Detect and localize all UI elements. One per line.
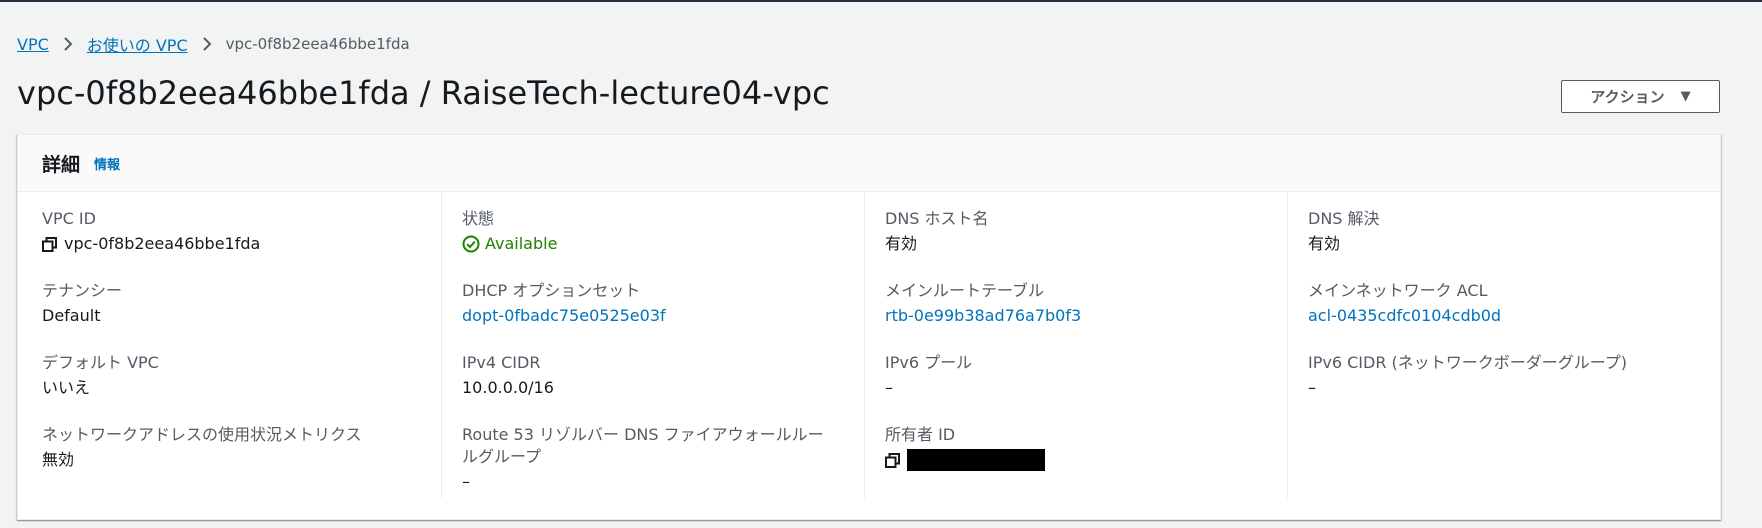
copy-icon[interactable] (885, 452, 900, 468)
field-vpc-id: VPC ID vpc-0f8b2eea46bbe1fda (42, 208, 441, 280)
page-title: vpc-0f8b2eea46bbe1fda / RaiseTech-lectur… (17, 74, 830, 112)
field-dhcp-options: DHCP オプションセット dopt-0fbadc75e0525e03f (462, 280, 864, 352)
dhcp-options-link[interactable]: dopt-0fbadc75e0525e03f (462, 305, 864, 327)
tenancy-value: Default (42, 306, 101, 325)
chevron-right-icon (202, 37, 212, 51)
network-address-metrics-value: 無効 (42, 450, 75, 469)
field-label: 状態 (462, 209, 495, 228)
field-label: デフォルト VPC (42, 353, 159, 372)
breadcrumb-vpc-link[interactable]: VPC (17, 35, 49, 54)
vpc-id-value: vpc-0f8b2eea46bbe1fda (64, 234, 261, 253)
field-label: VPC ID (42, 209, 96, 228)
field-value-row (885, 449, 1287, 471)
field-label: IPv6 プール (885, 353, 973, 372)
field-label: DNS 解決 (1308, 209, 1380, 228)
field-ipv6-cidr: IPv6 CIDR (ネットワークボーダーグループ) – (1308, 352, 1710, 424)
dns-resolution-value: 有効 (1308, 234, 1341, 253)
details-column-4: DNS 解決 有効 メインネットワーク ACL acl-0435cdfc0104… (1287, 192, 1710, 498)
field-label: IPv4 CIDR (462, 353, 541, 372)
details-column-3: DNS ホスト名 有効 メインルートテーブル rtb-0e99b38ad76a7… (864, 192, 1287, 498)
field-main-network-acl: メインネットワーク ACL acl-0435cdfc0104cdb0d (1308, 280, 1710, 352)
field-value-row: Available (462, 233, 864, 255)
field-route53-resolver: Route 53 リゾルバー DNS ファイアウォールルールグループ – (462, 424, 864, 496)
field-network-address-metrics: ネットワークアドレスの使用状況メトリクス 無効 (42, 424, 441, 496)
copy-icon[interactable] (42, 236, 57, 252)
field-label: IPv6 CIDR (ネットワークボーダーグループ) (1308, 353, 1628, 372)
dns-hostnames-value: 有効 (885, 234, 918, 253)
field-state: 状態 Available (462, 208, 864, 280)
field-value-row: vpc-0f8b2eea46bbe1fda (42, 233, 441, 255)
main-route-table-link[interactable]: rtb-0e99b38ad76a7b0f3 (885, 305, 1287, 327)
field-default-vpc: デフォルト VPC いいえ (42, 352, 441, 424)
state-value: Available (485, 234, 558, 253)
field-label: メインネットワーク ACL (1308, 281, 1488, 300)
details-panel-header: 詳細 情報 (18, 135, 1720, 192)
field-ipv6-pool: IPv6 プール – (885, 352, 1287, 424)
caret-down-icon: ▼ (1680, 89, 1691, 104)
field-label: メインルートテーブル (885, 281, 1045, 300)
breadcrumb-your-vpcs-link[interactable]: お使いの VPC (87, 32, 188, 56)
field-label: ネットワークアドレスの使用状況メトリクス (42, 425, 362, 444)
details-column-2: 状態 Available DHCP オプションセット dopt-0fbadc75… (441, 192, 864, 498)
field-label: DHCP オプションセット (462, 281, 641, 300)
ipv6-cidr-value: – (1308, 378, 1316, 397)
field-owner-id: 所有者 ID (885, 424, 1287, 496)
field-label: 所有者 ID (885, 425, 956, 444)
chevron-right-icon (63, 37, 73, 51)
default-vpc-value: いいえ (42, 378, 91, 397)
route53-resolver-value: – (462, 472, 470, 491)
info-link[interactable]: 情報 (94, 154, 120, 173)
field-dns-resolution: DNS 解決 有効 (1308, 208, 1710, 280)
field-main-route-table: メインルートテーブル rtb-0e99b38ad76a7b0f3 (885, 280, 1287, 352)
field-label: DNS ホスト名 (885, 209, 989, 228)
main-network-acl-link[interactable]: acl-0435cdfc0104cdb0d (1308, 305, 1710, 327)
actions-dropdown-button[interactable]: アクション ▼ (1561, 80, 1720, 113)
breadcrumb-current: vpc-0f8b2eea46bbe1fda (225, 35, 410, 53)
top-border (0, 0, 1762, 2)
ipv4-cidr-value: 10.0.0.0/16 (462, 378, 554, 397)
details-column-1: VPC ID vpc-0f8b2eea46bbe1fda テナンシー Defau… (18, 192, 441, 498)
details-columns: VPC ID vpc-0f8b2eea46bbe1fda テナンシー Defau… (18, 192, 1720, 520)
status-success-icon (462, 235, 480, 253)
ipv6-pool-value: – (885, 378, 893, 397)
details-title: 詳細 (42, 153, 81, 176)
owner-id-redacted (907, 449, 1045, 471)
actions-button-label: アクション (1590, 88, 1665, 106)
field-ipv4-cidr: IPv4 CIDR 10.0.0.0/16 (462, 352, 864, 424)
field-label: テナンシー (42, 281, 123, 300)
field-tenancy: テナンシー Default (42, 280, 441, 352)
details-panel: 詳細 情報 VPC ID vpc-0f8b2eea46bbe1fda テナンシー (17, 134, 1721, 520)
breadcrumb: VPC お使いの VPC vpc-0f8b2eea46bbe1fda (17, 32, 410, 56)
field-dns-hostnames: DNS ホスト名 有効 (885, 208, 1287, 280)
field-label: Route 53 リゾルバー DNS ファイアウォールルールグループ (462, 425, 824, 466)
